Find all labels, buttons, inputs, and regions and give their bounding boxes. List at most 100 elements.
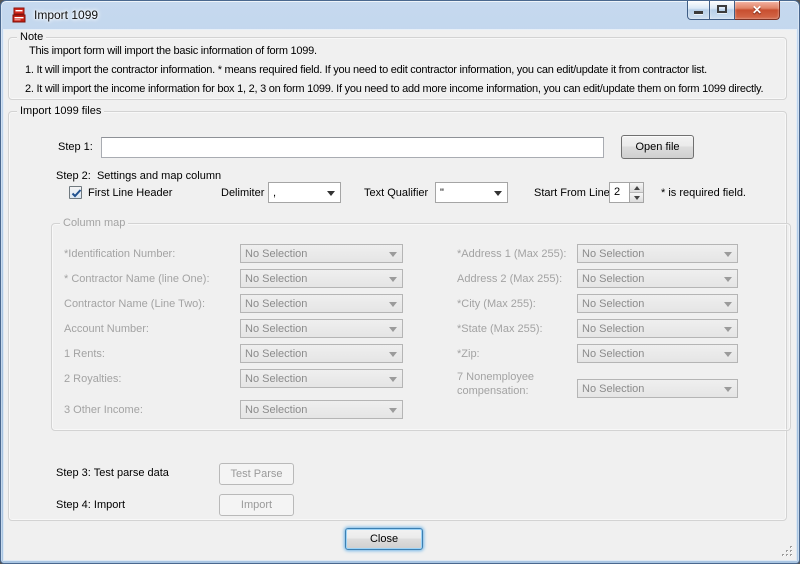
note-line-1: This import form will import the basic i… bbox=[29, 45, 317, 57]
import-1099-dialog: Import 1099 ✕ Note This import form will… bbox=[0, 0, 800, 564]
open-file-button[interactable]: Open file bbox=[621, 135, 694, 159]
delimiter-label: Delimiter bbox=[221, 187, 264, 199]
minimize-icon bbox=[694, 11, 703, 14]
stepper-up-button[interactable] bbox=[630, 183, 643, 193]
text-qualifier-select[interactable]: " bbox=[435, 182, 508, 203]
first-line-header-label: First Line Header bbox=[88, 187, 172, 199]
account-number-select: No Selection bbox=[240, 319, 403, 338]
select-value: No Selection bbox=[582, 348, 644, 360]
close-button[interactable]: Close bbox=[345, 528, 423, 550]
step3-label: Step 3: Test parse data bbox=[56, 467, 169, 479]
field-label: *Zip: bbox=[457, 348, 480, 360]
field-label: Account Number: bbox=[64, 323, 149, 335]
select-value: No Selection bbox=[582, 323, 644, 335]
required-field-note: * is required field. bbox=[661, 187, 746, 199]
column-map-groupbox: Column map *Identification Number: No Se… bbox=[51, 223, 791, 431]
state-select: No Selection bbox=[577, 319, 738, 338]
nonemployee-compensation-select: No Selection bbox=[577, 379, 738, 398]
rents-select: No Selection bbox=[240, 344, 403, 363]
address2-select: No Selection bbox=[577, 269, 738, 288]
step1-label: Step 1: bbox=[58, 141, 93, 153]
select-value: No Selection bbox=[245, 373, 307, 385]
resize-grip-icon[interactable] bbox=[781, 545, 793, 557]
stepper-down-button[interactable] bbox=[630, 193, 643, 202]
identification-number-select: No Selection bbox=[240, 244, 403, 263]
contractor-name-two-select: No Selection bbox=[240, 294, 403, 313]
text-qualifier-label: Text Qualifier bbox=[364, 187, 428, 199]
chevron-down-icon bbox=[724, 387, 732, 392]
field-label: Contractor Name (Line Two): bbox=[64, 298, 205, 310]
file-path-input[interactable] bbox=[101, 137, 604, 158]
chevron-up-icon bbox=[634, 186, 640, 190]
chevron-down-icon bbox=[389, 252, 397, 257]
chevron-down-icon bbox=[724, 352, 732, 357]
import-files-groupbox: Import 1099 files Step 1: Open file Step… bbox=[8, 111, 787, 521]
note-group-title: Note bbox=[17, 30, 46, 44]
note-groupbox: Note This import form will import the ba… bbox=[8, 37, 787, 100]
select-value: No Selection bbox=[582, 298, 644, 310]
chevron-down-icon bbox=[724, 302, 732, 307]
import-button: Import bbox=[219, 494, 294, 516]
field-label: 1 Rents: bbox=[64, 348, 105, 360]
app-icon bbox=[11, 7, 28, 24]
column-map-title: Column map bbox=[60, 216, 128, 230]
caption-buttons: ✕ bbox=[687, 1, 780, 20]
chevron-down-icon bbox=[327, 191, 335, 196]
maximize-button[interactable] bbox=[710, 1, 735, 20]
field-label: *Identification Number: bbox=[64, 248, 175, 260]
delimiter-select[interactable]: , bbox=[268, 182, 341, 203]
select-value: No Selection bbox=[245, 323, 307, 335]
start-from-line-value: 2 bbox=[614, 186, 620, 198]
first-line-header-checkbox[interactable] bbox=[69, 186, 82, 199]
select-value: No Selection bbox=[245, 298, 307, 310]
field-label: * Contractor Name (line One): bbox=[64, 273, 210, 285]
dialog-client-area: Note This import form will import the ba… bbox=[4, 30, 796, 560]
royalties-select: No Selection bbox=[240, 369, 403, 388]
other-income-select: No Selection bbox=[240, 400, 403, 419]
start-from-line-stepper[interactable]: 2 bbox=[609, 182, 644, 203]
select-value: No Selection bbox=[582, 248, 644, 260]
chevron-down-icon bbox=[634, 196, 640, 200]
select-value: No Selection bbox=[582, 273, 644, 285]
step4-label: Step 4: Import bbox=[56, 499, 125, 511]
chevron-down-icon bbox=[389, 377, 397, 382]
stepper-buttons bbox=[629, 183, 643, 202]
chevron-down-icon bbox=[724, 252, 732, 257]
contractor-name-one-select: No Selection bbox=[240, 269, 403, 288]
window-title: Import 1099 bbox=[34, 1, 98, 29]
field-label: 2 Royalties: bbox=[64, 373, 121, 385]
text-qualifier-value: " bbox=[440, 187, 444, 199]
chevron-down-icon bbox=[724, 277, 732, 282]
note-line-3: 2. It will import the income information… bbox=[25, 83, 763, 95]
field-label: 3 Other Income: bbox=[64, 404, 143, 416]
field-label: *State (Max 255): bbox=[457, 323, 543, 335]
titlebar[interactable]: Import 1099 ✕ bbox=[1, 1, 799, 30]
start-from-line-label: Start From Line bbox=[534, 187, 610, 199]
close-window-button[interactable]: ✕ bbox=[735, 1, 780, 20]
checkbox-check-icon bbox=[70, 187, 83, 200]
note-line-2: 1. It will import the contractor informa… bbox=[25, 64, 707, 76]
zip-select: No Selection bbox=[577, 344, 738, 363]
select-value: No Selection bbox=[245, 273, 307, 285]
close-icon: ✕ bbox=[735, 2, 779, 19]
step2-label: Step 2: Settings and map column bbox=[56, 170, 221, 182]
test-parse-button: Test Parse bbox=[219, 463, 294, 485]
select-value: No Selection bbox=[245, 404, 307, 416]
field-label: 7 Nonemployee compensation: bbox=[457, 370, 569, 398]
select-value: No Selection bbox=[245, 248, 307, 260]
chevron-down-icon bbox=[389, 408, 397, 413]
chevron-down-icon bbox=[724, 327, 732, 332]
maximize-icon bbox=[717, 5, 727, 13]
minimize-button[interactable] bbox=[687, 1, 710, 20]
field-label: *Address 1 (Max 255): bbox=[457, 248, 566, 260]
select-value: No Selection bbox=[245, 348, 307, 360]
chevron-down-icon bbox=[494, 191, 502, 196]
delimiter-value: , bbox=[273, 187, 276, 199]
field-label: *City (Max 255): bbox=[457, 298, 536, 310]
chevron-down-icon bbox=[389, 352, 397, 357]
chevron-down-icon bbox=[389, 302, 397, 307]
chevron-down-icon bbox=[389, 277, 397, 282]
chevron-down-icon bbox=[389, 327, 397, 332]
select-value: No Selection bbox=[582, 383, 644, 395]
address1-select: No Selection bbox=[577, 244, 738, 263]
